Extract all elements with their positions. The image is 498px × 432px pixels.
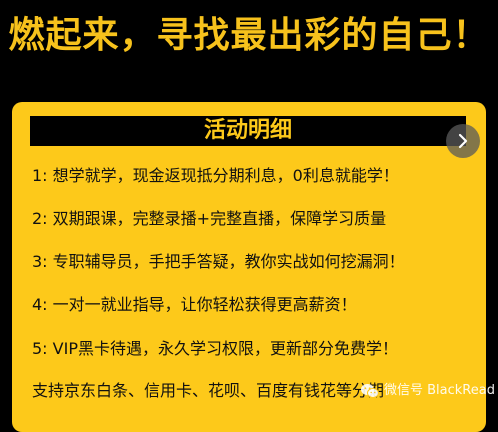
watermark-text: 微信号 BlackRead [384,383,495,398]
list-item: 4: 一对一就业指导，让你轻松获得更高薪资！ [32,295,357,314]
list-item: 2: 双期跟课，完整录播+完整直播，保障学习质量 [32,209,387,228]
card-title-bar: 活动明细 [30,116,466,146]
next-arrow-button[interactable] [446,124,480,158]
watermark: 微信号 BlackRead [360,380,496,402]
list-item: 1: 想学就学，现金返现抵分期利息，0利息就能学！ [32,166,399,185]
list-item: 5: VIP黑卡待遇，永久学习权限，更新部分免费学！ [32,339,398,358]
list-item: 3: 专职辅导员，手把手答疑，教你实战如何挖漏洞！ [32,252,405,271]
chevron-right-icon [458,133,468,149]
wechat-icon [361,384,379,398]
page-headline: 燃起来，寻找最出彩的自己！ [8,15,490,56]
card-title: 活动明细 [203,118,292,143]
